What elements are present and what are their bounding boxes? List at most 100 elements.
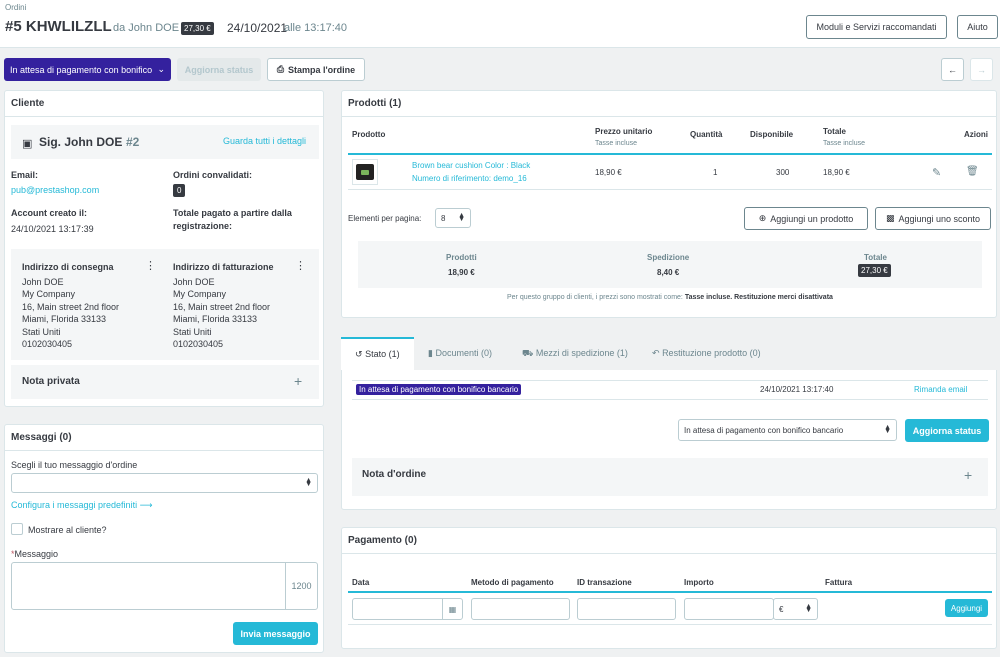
private-note-title: Nota privata [22, 376, 80, 387]
shipping-address-menu-icon[interactable]: ⋮ [145, 259, 156, 272]
message-char-counter: 1200 [285, 562, 318, 610]
add-discount-button[interactable]: ▩ Aggiungi uno sconto [875, 207, 991, 230]
update-status-button[interactable]: Aggiorna status [177, 58, 261, 81]
tab-returns[interactable]: ↶ Restituzione prodotto (0) [652, 348, 761, 359]
show-to-customer-label: Mostrare al cliente? [28, 525, 107, 535]
col-payment-method: Metodo di pagamento [471, 578, 554, 587]
price-display-note: Per questo gruppo di clienti, i prezzi s… [507, 294, 833, 301]
printer-icon: ⎙ [276, 64, 285, 74]
shipping-line: My Company [22, 289, 76, 300]
payment-method-input[interactable] [471, 598, 570, 620]
plus-circle-icon: ⊕ [758, 213, 767, 223]
product-reference[interactable]: Numero di riferimento: demo_16 [412, 174, 527, 183]
col-date: Data [352, 578, 370, 587]
products-card: Prodotti (1) Prodotto Prezzo unitario Ta… [341, 90, 997, 318]
order-status-dropdown[interactable]: In attesa di pagamento con bonifico ⌄ [4, 58, 171, 81]
email-label: Email: [11, 170, 39, 180]
billing-address-menu-icon[interactable]: ⋮ [295, 259, 306, 272]
payment-amount-input[interactable] [684, 598, 774, 620]
choose-message-label: Scegli il tuo messaggio d'ordine [11, 460, 138, 470]
col-available: Disponibile [750, 130, 794, 139]
col-transaction-id: ID transazione [577, 578, 632, 587]
previous-order-button[interactable]: ← [941, 58, 964, 81]
send-message-button[interactable]: Invia messaggio [233, 622, 318, 645]
currency-select[interactable]: € ▲ ▼ [773, 598, 818, 620]
next-order-button[interactable]: → [970, 58, 993, 81]
payment-date-input[interactable]: ▦ [352, 598, 463, 620]
billing-line: 0102030405 [173, 339, 224, 350]
page-title: #5 KHWLILZLL [5, 18, 112, 35]
configure-messages-link[interactable]: Configura i messaggi predefiniti ⟶ [11, 500, 153, 511]
undo-icon: ↶ [652, 348, 660, 358]
select-caret-icon: ▲ ▼ [305, 477, 312, 488]
shipping-line: Stati Uniti [22, 326, 61, 337]
product-unit-price: 18,90 € [595, 168, 622, 177]
billing-address-title: Indirizzo di fatturazione [173, 262, 274, 272]
col-invoice: Fattura [825, 578, 853, 587]
payment-header-line [348, 591, 992, 593]
help-button[interactable]: Aiuto [957, 15, 998, 39]
delete-trash-icon[interactable]: 🗑 [966, 166, 979, 177]
billing-line: 16, Main street 2nd floor [173, 301, 271, 312]
order-customer: da John DOE [113, 22, 180, 34]
order-time: alle 13:17:40 [284, 22, 347, 34]
select-caret-icon: ▲ ▼ [805, 603, 812, 614]
total-paid-label: Totale pagato a partire dalla [173, 208, 292, 218]
payment-card-title: Pagamento (0) [342, 528, 996, 554]
add-product-button[interactable]: ⊕ Aggiungi un prodotto [744, 207, 868, 230]
product-available: 300 [776, 168, 790, 177]
product-name-link[interactable]: Brown bear cushion Color : Black [412, 161, 530, 170]
customer-id: #2 [126, 135, 140, 149]
status-select-value: In attesa di pagamento con bonifico banc… [684, 426, 844, 435]
arrow-left-icon: ← [948, 64, 957, 75]
order-note-title: Nota d'ordine [362, 469, 427, 480]
price-note-text: Per questo gruppo di clienti, i prezzi s… [507, 294, 683, 301]
history-icon: ↺ [355, 349, 363, 359]
shipping-address-title: Indirizzo di consegna [22, 262, 114, 272]
show-to-customer-checkbox[interactable] [11, 523, 23, 535]
see-all-details-link[interactable]: Guarda tutti i dettagli [223, 136, 306, 146]
print-order-button[interactable]: ⎙ Stampa l'ordine [267, 58, 365, 81]
message-label: *Messaggio [11, 549, 58, 559]
product-thumbnail[interactable] [352, 159, 378, 185]
shipping-line: John DOE [22, 277, 64, 287]
messages-card-title: Messaggi (0) [5, 425, 323, 451]
breadcrumb[interactable]: Ordini [5, 3, 26, 12]
per-page-label: Elementi per pagina: [348, 214, 422, 223]
status-select[interactable]: In attesa di pagamento con bonifico banc… [678, 419, 897, 441]
transaction-id-input[interactable] [577, 598, 676, 620]
plus-icon[interactable]: + [964, 467, 972, 483]
update-status-submit-button[interactable]: Aggiorna status [905, 419, 989, 442]
summary-shipping-value: 8,40 € [657, 268, 680, 277]
status-panel: In attesa di pagamento con bonifico banc… [341, 370, 997, 510]
add-discount-label: Aggiungi uno sconto [898, 213, 981, 224]
order-reference: KHWLILZLL [25, 18, 112, 35]
message-textarea[interactable] [11, 562, 286, 610]
shipping-line: 16, Main street 2nd floor [22, 301, 120, 312]
total-paid-label-2: registrazione: [173, 221, 233, 231]
tab-shipping[interactable]: ⛟ Mezzi di spedizione (1) [522, 348, 628, 360]
billing-line: My Company [173, 289, 227, 300]
print-order-label: Stampa l'ordine [288, 64, 356, 75]
shipping-address: John DOE My Company 16, Main street 2nd … [22, 276, 119, 350]
summary-total-label: Totale [864, 253, 887, 262]
products-card-title: Prodotti (1) [342, 91, 996, 117]
plus-icon[interactable]: + [294, 373, 302, 389]
edit-pencil-icon[interactable]: ✎ [932, 166, 941, 179]
add-payment-button[interactable]: Aggiungi [945, 599, 988, 617]
payment-row-divider [348, 624, 992, 625]
tab-documents[interactable]: ▮ Documenti (0) [428, 348, 492, 359]
customer-email-link[interactable]: pub@prestashop.com [11, 185, 99, 195]
order-message-select[interactable]: ▲ ▼ [11, 473, 318, 493]
per-page-select[interactable]: 8 ▲ ▼ [435, 208, 471, 228]
product-total: 18,90 € [823, 168, 850, 177]
folder-icon: ▮ [428, 348, 433, 358]
col-amount: Importo [684, 578, 714, 587]
tab-shipping-text: Mezzi di spedizione (1) [535, 348, 628, 358]
arrow-right-icon: ⟶ [139, 500, 153, 510]
billing-address: John DOE My Company 16, Main street 2nd … [173, 276, 270, 350]
calendar-icon[interactable]: ▦ [442, 599, 462, 619]
order-note-box[interactable] [352, 458, 988, 496]
resend-email-link[interactable]: Rimanda email [914, 385, 967, 394]
recommended-modules-button[interactable]: Moduli e Servizi raccomandati [806, 15, 947, 39]
